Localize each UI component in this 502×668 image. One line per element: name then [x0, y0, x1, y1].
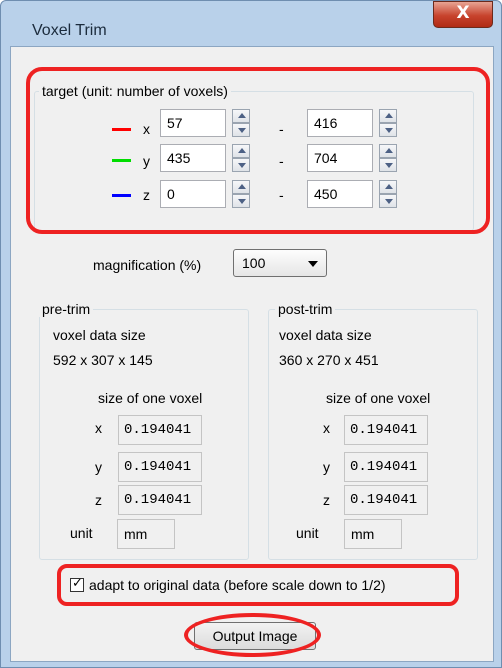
- voxel-trim-window: Voxel Trim X target (unit: number of vox…: [0, 0, 502, 668]
- x-to-input[interactable]: 416: [307, 109, 373, 137]
- post-voxel-size-label: size of one voxel: [326, 390, 431, 406]
- pre-voxel-y-label: y: [95, 459, 102, 475]
- window-title: Voxel Trim: [32, 22, 107, 39]
- post-voxel-x-value: 0.194041: [344, 415, 428, 445]
- post-trim-label: post-trim: [275, 301, 336, 317]
- post-data-size-label: voxel data size: [279, 327, 372, 343]
- spin-down-icon[interactable]: [379, 194, 397, 208]
- z-axis-color-line: [112, 194, 131, 197]
- spin-up-icon[interactable]: [232, 180, 250, 194]
- y-to-input[interactable]: 704: [307, 144, 373, 172]
- target-group-label: target (unit: number of voxels): [39, 83, 231, 99]
- y-axis-label: y: [143, 153, 150, 169]
- y-from-spinner[interactable]: [232, 144, 250, 172]
- spin-down-icon[interactable]: [379, 123, 397, 137]
- spin-up-icon[interactable]: [232, 109, 250, 123]
- y-axis-color-line: [112, 159, 131, 162]
- post-voxel-y-value: 0.194041: [344, 452, 428, 482]
- x-axis-color-line: [112, 128, 131, 131]
- x-range-dash: -: [279, 121, 284, 137]
- y-to-spinner[interactable]: [379, 144, 397, 172]
- pre-voxel-x-value: 0.194041: [118, 415, 202, 445]
- close-button[interactable]: X: [433, 1, 493, 28]
- post-unit-label: unit: [296, 525, 319, 541]
- spin-down-icon[interactable]: [232, 158, 250, 172]
- pre-unit-value: mm: [117, 519, 175, 549]
- pre-voxel-z-value: 0.194041: [118, 485, 202, 515]
- y-range-dash: -: [279, 153, 284, 169]
- target-group: [34, 91, 474, 231]
- post-voxel-y-label: y: [323, 459, 330, 475]
- spin-up-icon[interactable]: [379, 109, 397, 123]
- pre-data-size-label: voxel data size: [53, 327, 146, 343]
- post-voxel-z-label: z: [323, 492, 330, 508]
- post-voxel-z-value: 0.194041: [344, 485, 428, 515]
- spin-down-icon[interactable]: [232, 123, 250, 137]
- pre-trim-label: pre-trim: [39, 301, 94, 317]
- pre-voxel-size-label: size of one voxel: [98, 390, 203, 406]
- magnification-select[interactable]: 100: [233, 249, 327, 277]
- z-to-input[interactable]: 450: [307, 180, 373, 208]
- x-to-spinner[interactable]: [379, 109, 397, 137]
- z-to-spinner[interactable]: [379, 180, 397, 208]
- pre-unit-label: unit: [70, 525, 93, 541]
- spin-up-icon[interactable]: [379, 144, 397, 158]
- magnification-value: 100: [242, 255, 266, 271]
- z-from-spinner[interactable]: [232, 180, 250, 208]
- spin-down-icon[interactable]: [232, 194, 250, 208]
- close-icon: X: [456, 3, 470, 23]
- dialog-client-area: target (unit: number of voxels) x 57 - 4…: [10, 46, 494, 662]
- adapt-checkbox-label[interactable]: adapt to original data (before scale dow…: [89, 577, 386, 593]
- title-bar[interactable]: Voxel Trim X: [1, 1, 501, 39]
- x-from-spinner[interactable]: [232, 109, 250, 137]
- chevron-down-icon: [308, 261, 318, 267]
- x-axis-label: x: [143, 121, 150, 137]
- pre-voxel-x-label: x: [95, 420, 102, 436]
- post-voxel-x-label: x: [323, 420, 330, 436]
- z-range-dash: -: [279, 187, 284, 203]
- checkmark-icon: ✓: [72, 576, 83, 591]
- pre-voxel-y-value: 0.194041: [118, 452, 202, 482]
- pre-voxel-z-label: z: [95, 492, 102, 508]
- spin-down-icon[interactable]: [379, 158, 397, 172]
- post-data-size-value: 360 x 270 x 451: [279, 352, 379, 368]
- output-image-button[interactable]: Output Image: [194, 622, 316, 650]
- y-from-input[interactable]: 435: [160, 144, 226, 172]
- z-axis-label: z: [143, 187, 150, 203]
- x-from-input[interactable]: 57: [160, 109, 226, 137]
- spin-up-icon[interactable]: [232, 144, 250, 158]
- pre-data-size-value: 592 x 307 x 145: [53, 352, 153, 368]
- post-unit-value: mm: [344, 519, 402, 549]
- adapt-checkbox[interactable]: ✓: [70, 576, 84, 592]
- spin-up-icon[interactable]: [379, 180, 397, 194]
- magnification-label: magnification (%): [93, 257, 202, 273]
- z-from-input[interactable]: 0: [160, 180, 226, 208]
